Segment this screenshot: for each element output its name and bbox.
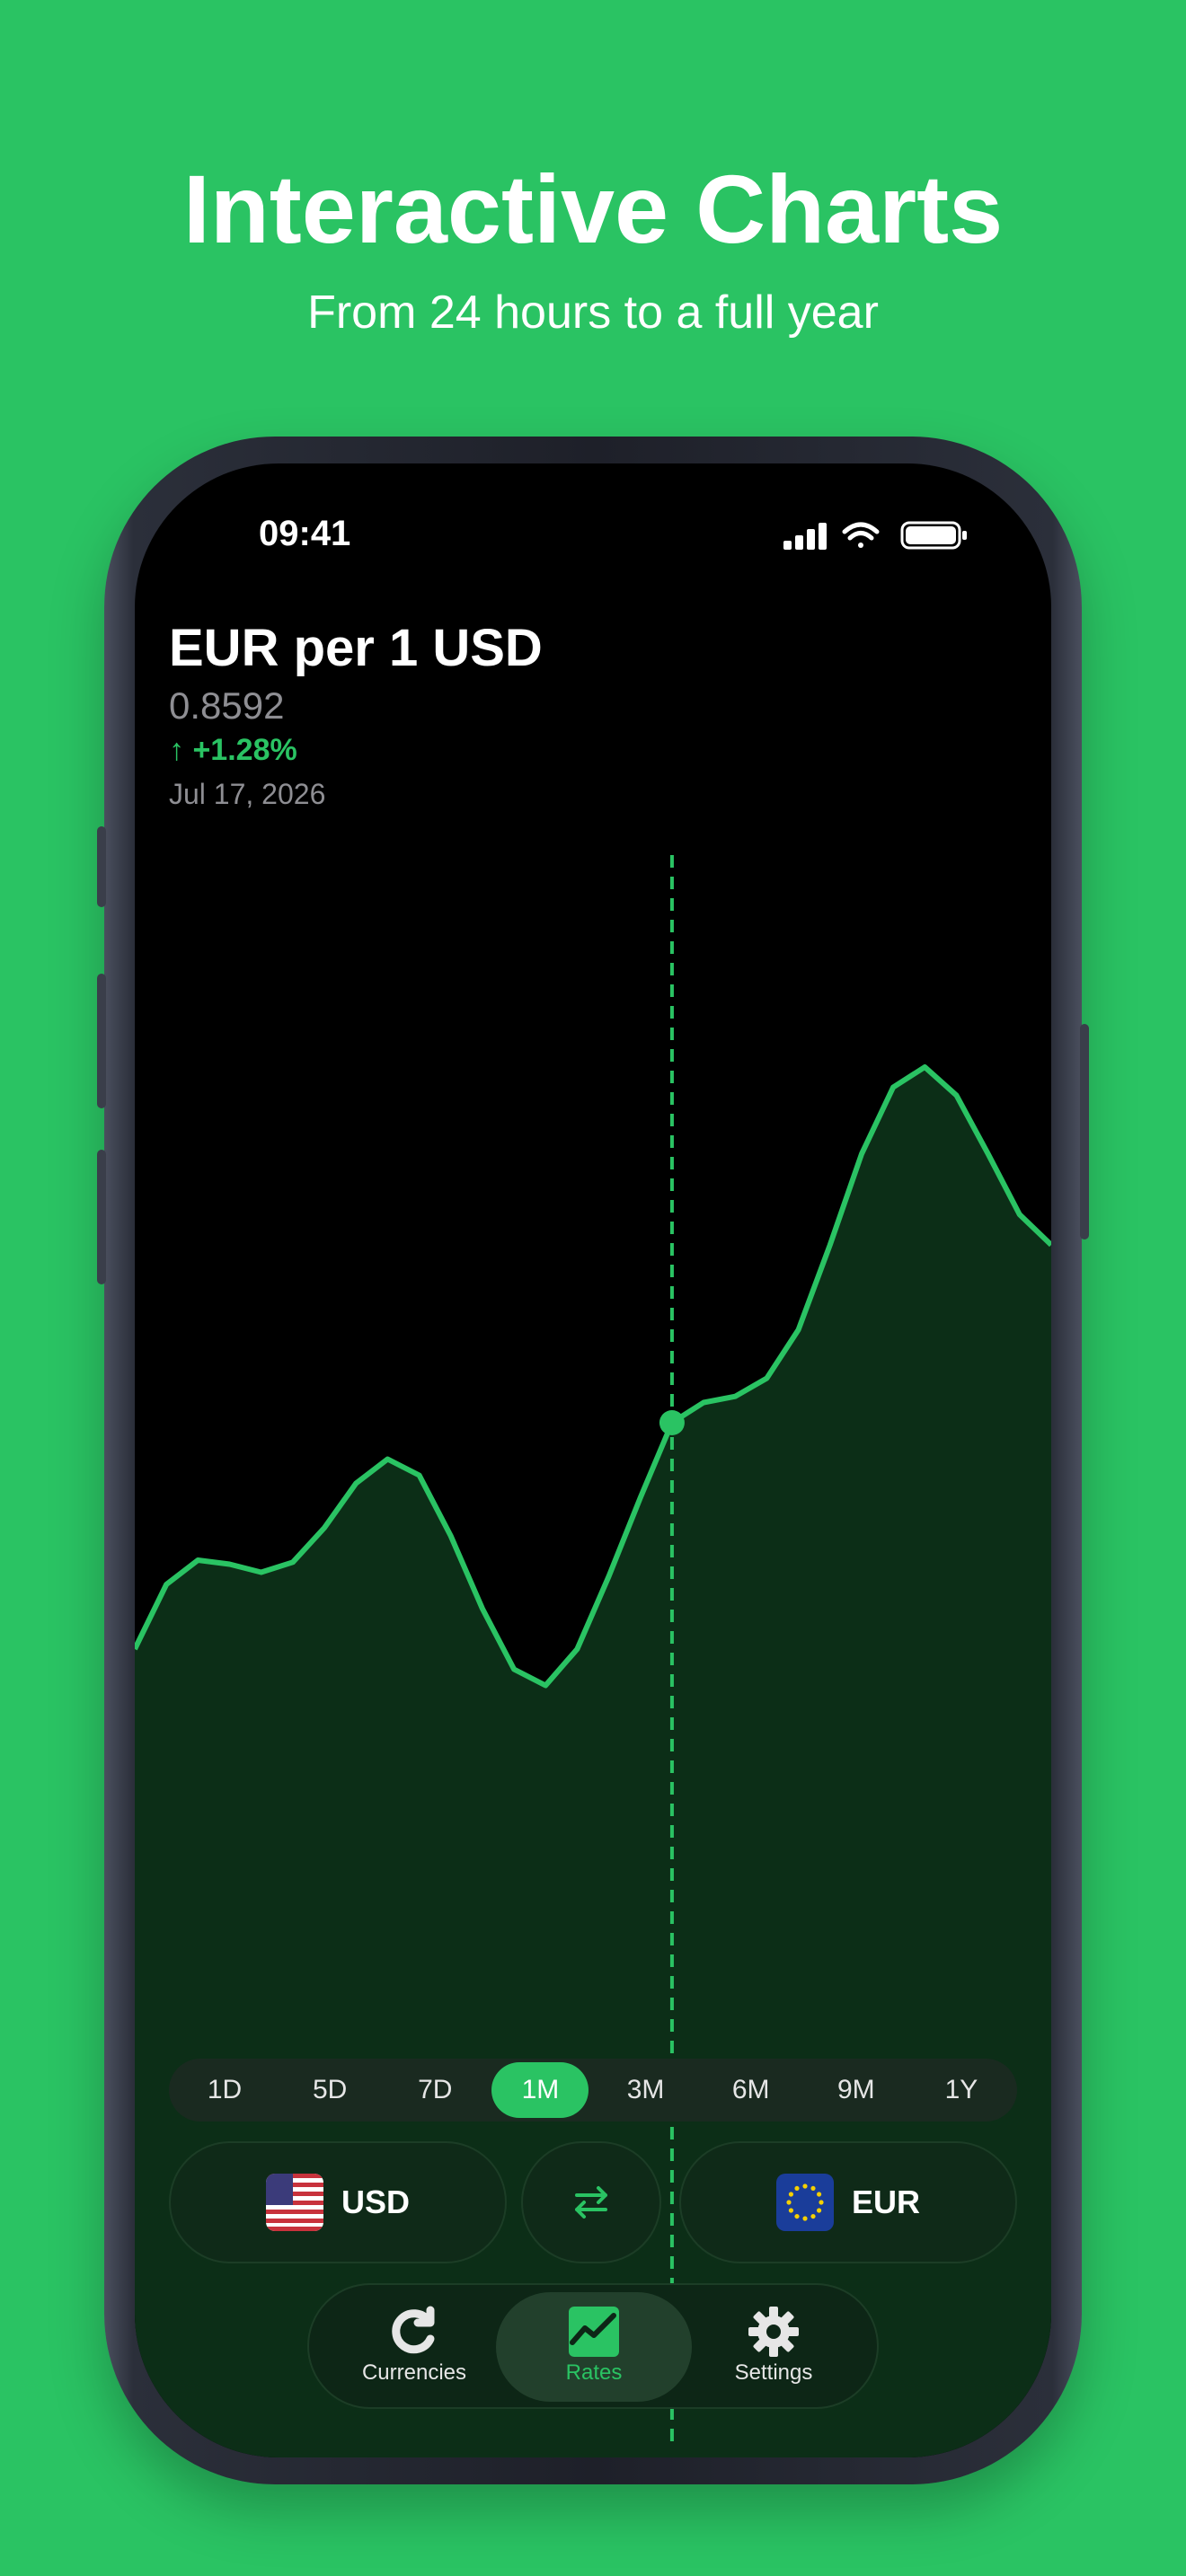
marketing-subhead: From 24 hours to a full year [307,287,879,339]
marketing-headline: Interactive Charts [182,154,1004,263]
range-option-1d[interactable]: 1D [176,2062,273,2118]
phone-volume-up-button [97,974,106,1108]
status-time: 09:41 [259,514,351,553]
range-option-6m[interactable]: 6M [703,2062,800,2118]
range-option-5d[interactable]: 5D [281,2062,378,2118]
refresh-icon [392,2306,435,2354]
from-currency-code: USD [341,2183,410,2220]
rate-date: Jul 17, 2026 [169,778,326,810]
swap-currencies-button[interactable] [521,2141,661,2263]
chart-selected-point[interactable] [659,1410,685,1435]
eu-flag-icon [775,2174,834,2231]
from-currency-button[interactable]: USD [169,2141,507,2263]
range-option-1m[interactable]: 1M [491,2062,589,2118]
range-option-3m[interactable]: 3M [597,2062,695,2118]
range-option-9m[interactable]: 9M [808,2062,905,2118]
to-currency-code: EUR [851,2183,920,2220]
gear-icon [748,2307,799,2357]
wifi-icon [842,522,880,548]
us-flag-icon [265,2174,323,2231]
swap-arrows-icon [575,2186,607,2219]
tab-currencies-label: Currencies [361,2360,467,2385]
phone-action-button [97,826,106,907]
rate-change: ↑ +1.28% [169,733,297,767]
tab-rates[interactable]: Rates [496,2292,692,2402]
tab-bar: Currencies Rates Settings [307,2283,879,2409]
cellular-signal-icon [783,523,827,550]
dynamic-island [467,499,728,575]
chart-icon [569,2307,619,2357]
range-option-1y[interactable]: 1Y [913,2062,1010,2118]
range-selector: 1D 5D 7D 1M 3M 6M 9M 1Y [169,2059,1017,2122]
tab-rates-label: Rates [565,2360,623,2385]
phone-power-button [1080,1024,1089,1239]
range-option-7d[interactable]: 7D [386,2062,483,2118]
phone-volume-down-button [97,1150,106,1284]
to-currency-button[interactable]: EUR [679,2141,1017,2263]
tab-currencies[interactable]: Currencies [316,2292,512,2402]
rate-value: 0.8592 [169,684,285,727]
status-icons [783,519,969,556]
rate-title: EUR per 1 USD [169,619,543,677]
phone-screen: 09:41 EUR per 1 USD 0.8592 ↑ +1.28% Jul [135,463,1051,2457]
tab-settings-label: Settings [734,2360,813,2385]
battery-icon [900,521,967,550]
tab-settings[interactable]: Settings [676,2292,872,2402]
